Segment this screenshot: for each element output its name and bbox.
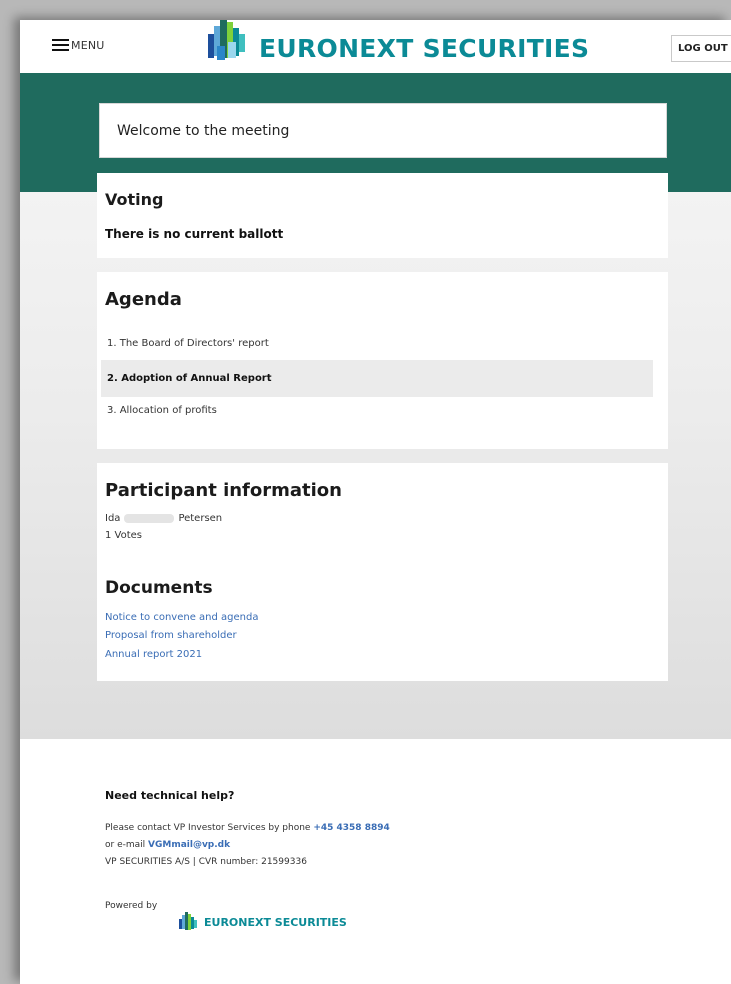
menu-label: MENU (71, 38, 105, 52)
email-line: or e-mail VGMmail@vp.dk (105, 840, 230, 850)
voting-status: There is no current ballott (105, 227, 284, 241)
voting-card: Voting There is no current ballott (97, 173, 668, 258)
agenda-item[interactable]: 1. The Board of Directors' report (101, 325, 653, 362)
help-title: Need technical help? (105, 789, 235, 802)
logout-button[interactable]: LOG OUT (671, 35, 731, 62)
document-link[interactable]: Notice to convene and agenda (105, 612, 258, 623)
participant-name: Ida Petersen (105, 513, 222, 524)
documents-title: Documents (105, 578, 213, 598)
powered-by-text: Powered by (105, 901, 158, 911)
agenda-card: Agenda 1. The Board of Directors' report… (97, 272, 668, 449)
welcome-text: Welcome to the meeting (117, 123, 290, 139)
participant-card: Participant information Ida Petersen 1 Vo… (97, 463, 668, 681)
euronext-logo: EURONEXT SECURITIES (204, 20, 589, 74)
company-info: VP SECURITIES A/S | CVR number: 21599336 (105, 857, 307, 867)
footer-brand-name: EURONEXT SECURITIES (204, 915, 347, 929)
top-bar: MENU EURONEXT SECURITIES LOG OUT (20, 20, 731, 73)
euronext-logo-icon (208, 20, 245, 60)
voting-title: Voting (105, 190, 164, 209)
document-link[interactable]: Annual report 2021 (105, 649, 202, 660)
welcome-card: Welcome to the meeting (99, 103, 667, 158)
browser-window: MENU EURONEXT SECURITIES LOG OUT Welcome… (20, 20, 731, 984)
brand-name: EURONEXT SECURITIES (259, 34, 590, 63)
euronext-logo-icon (179, 912, 197, 930)
footer-logo: EURONEXT SECURITIES (177, 910, 347, 934)
email-text: or e-mail (105, 840, 146, 850)
hamburger-icon (52, 39, 69, 51)
agenda-item[interactable]: 3. Allocation of profits (101, 392, 653, 429)
participant-title: Participant information (105, 480, 342, 501)
agenda-title: Agenda (105, 289, 182, 310)
phone-link[interactable]: +45 4358 8894 (313, 823, 389, 833)
document-link[interactable]: Proposal from shareholder (105, 630, 237, 641)
participant-votes: 1 Votes (105, 530, 143, 541)
email-link[interactable]: VGMmail@vp.dk (148, 840, 230, 850)
contact-line: Please contact VP Investor Services by p… (105, 823, 390, 833)
redacted-name (124, 513, 175, 523)
menu-button[interactable]: MENU (52, 36, 105, 54)
participant-last-name: Petersen (178, 513, 223, 524)
contact-text: Please contact VP Investor Services by p… (105, 823, 311, 833)
participant-first-name: Ida (105, 513, 121, 524)
